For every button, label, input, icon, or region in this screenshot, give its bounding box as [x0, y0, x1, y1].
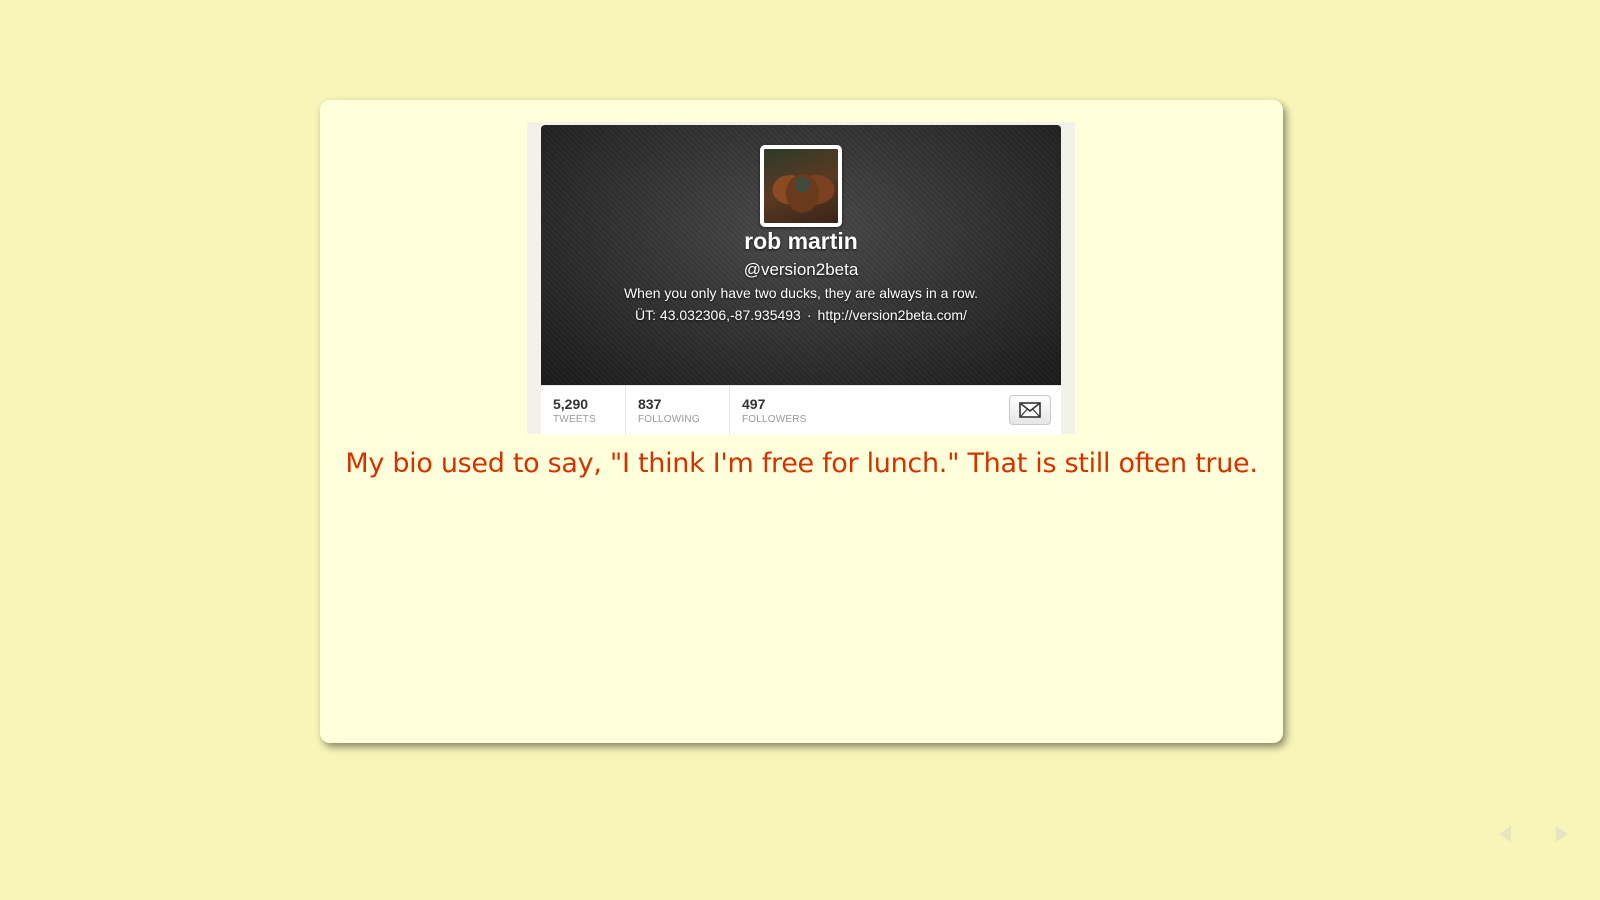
stat-following[interactable]: 837 FOLLOWING	[626, 386, 730, 435]
avatar[interactable]	[760, 145, 842, 227]
slide-caption: My bio used to say, "I think I'm free fo…	[345, 448, 1258, 479]
profile-name: rob martin	[744, 228, 858, 254]
profile-location: ÜT: 43.032306,-87.935493	[635, 307, 801, 323]
stat-followers-value: 497	[742, 396, 766, 412]
stat-following-value: 837	[638, 396, 662, 412]
stat-tweets-label: TWEETS	[553, 414, 596, 425]
prev-slide-button[interactable]	[1493, 822, 1517, 846]
next-slide-button[interactable]	[1550, 822, 1574, 846]
message-button[interactable]	[1009, 395, 1051, 425]
profile-meta: ÜT: 43.032306,-87.935493 · http://version2…	[541, 307, 1061, 323]
profile-bio: When you only have two ducks, they are a…	[623, 285, 979, 301]
arrow-left-icon	[1499, 826, 1511, 842]
profile-stats: 5,290 TWEETS 837 FOLLOWING 497 FOLLOWERS	[541, 385, 1061, 435]
stat-followers-label: FOLLOWERS	[742, 414, 807, 425]
arrow-right-icon	[1556, 826, 1568, 842]
profile-handle: @version2beta	[743, 260, 859, 279]
stat-followers[interactable]: 497 FOLLOWERS	[730, 386, 850, 435]
stat-tweets[interactable]: 5,290 TWEETS	[541, 386, 626, 435]
envelope-icon	[1019, 402, 1041, 418]
profile-url-link[interactable]: http://version2beta.com/	[818, 307, 967, 323]
profile-header: rob martin @version2beta When you only h…	[541, 125, 1061, 385]
stat-tweets-value: 5,290	[553, 396, 589, 412]
stat-following-label: FOLLOWING	[638, 414, 700, 425]
meta-separator: ·	[806, 307, 812, 323]
